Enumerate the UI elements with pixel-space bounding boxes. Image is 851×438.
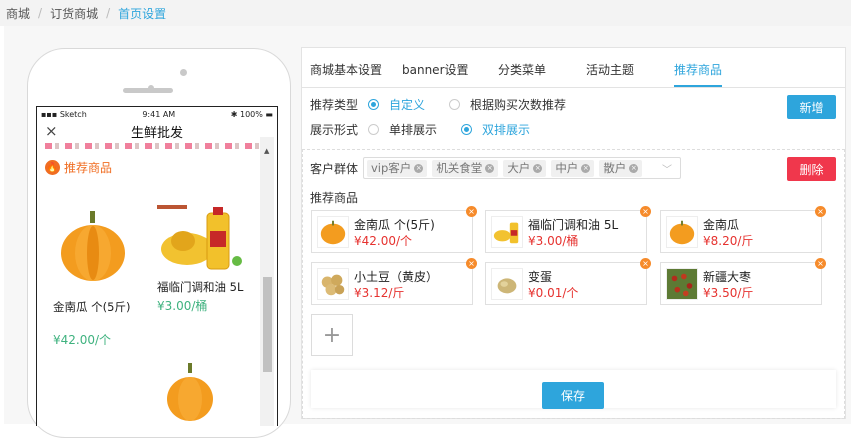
radio-single-row-label[interactable]: 单排展示 — [389, 121, 437, 138]
goods-name: 变蛋 — [528, 270, 553, 284]
goods-price: ¥3.50/斤 — [703, 286, 754, 300]
radio-by-purchase-count-label[interactable]: 根据购买次数推荐 — [470, 96, 566, 113]
tag-remove-icon[interactable]: × — [414, 163, 424, 173]
status-time: 9:41 AM — [142, 109, 176, 119]
breadcrumb-item-mall[interactable]: 商城 — [6, 5, 30, 22]
egg-thumb — [491, 268, 523, 300]
potato-thumb — [317, 268, 349, 300]
oil-thumb — [491, 216, 523, 248]
scroll-up-icon[interactable]: ▲ — [264, 147, 269, 155]
phone-speaker — [123, 88, 173, 93]
camera-dot — [180, 69, 187, 76]
goods-remove-icon[interactable]: × — [640, 258, 651, 269]
breadcrumb-separator: / — [106, 6, 111, 20]
goods-remove-icon[interactable]: × — [815, 258, 826, 269]
phone-product-name: 福临门调和油 5L — [157, 280, 244, 294]
tab-category-menu[interactable]: 分类菜单 — [498, 61, 546, 78]
tag-remove-icon[interactable]: × — [485, 163, 495, 173]
active-tab-indicator — [674, 85, 722, 87]
save-button[interactable]: 保存 — [542, 382, 604, 409]
goods-name: 金南瓜 — [703, 218, 740, 232]
breadcrumb: 商城 / 订货商城 / 首页设置 — [0, 0, 851, 26]
radio-custom[interactable] — [368, 99, 380, 110]
radio-custom-label[interactable]: 自定义 — [389, 96, 425, 113]
goods-name: 新疆大枣 — [703, 270, 752, 284]
goods-remove-icon[interactable]: × — [815, 206, 826, 217]
display-mode-label: 展示形式 — [310, 123, 359, 137]
chevron-down-icon[interactable]: ﹀ — [662, 161, 672, 176]
goods-price: ¥0.01/个 — [528, 286, 579, 300]
phone-screen: ▪▪▪ Sketch 9:41 AM ✱ 100% ▬ × 生鲜批发 🔥 推荐商… — [36, 106, 278, 426]
tab-basic-settings[interactable]: 商城基本设置 — [310, 61, 382, 78]
phone-scrollbar-thumb[interactable] — [263, 277, 272, 372]
phone-product-card[interactable]: 福临门调和油 5L ¥3.00/桶 — [157, 201, 257, 314]
delete-button[interactable]: 删除 — [787, 157, 836, 181]
phone-product-price: ¥3.00/桶 — [157, 299, 208, 313]
status-carrier: ▪▪▪ Sketch — [41, 109, 87, 119]
goods-price: ¥8.20/斤 — [703, 234, 754, 248]
radio-single-row[interactable] — [368, 124, 380, 135]
tag-remove-icon[interactable]: × — [629, 163, 639, 173]
display-mode-row: 展示形式 单排展示 双排展示 — [310, 121, 530, 138]
tag-remove-icon[interactable]: × — [581, 163, 591, 173]
pumpkin-thumb — [666, 216, 698, 248]
banner-strip — [45, 143, 259, 149]
goods-card[interactable]: 金南瓜 个(5斤) ¥42.00/个 × — [311, 206, 477, 253]
add-goods-button[interactable]: + — [311, 314, 353, 356]
goods-card[interactable]: 小土豆（黄皮） ¥3.12/斤 × — [311, 258, 477, 305]
add-button[interactable]: 新增 — [787, 95, 836, 119]
goods-name: 小土豆（黄皮） — [354, 270, 439, 284]
customer-tag: 大户 × — [503, 159, 547, 177]
breadcrumb-item-order-mall[interactable]: 订货商城 — [50, 5, 98, 22]
pumpkin-image — [167, 363, 213, 421]
goods-remove-icon[interactable]: × — [466, 206, 477, 217]
goods-price: ¥3.12/斤 — [354, 286, 405, 300]
radio-double-row-label[interactable]: 双排展示 — [482, 121, 530, 138]
recommend-goods-label: 推荐商品 — [310, 191, 359, 205]
goods-price: ¥3.00/桶 — [528, 234, 579, 248]
recommend-section-label: 推荐商品 — [64, 161, 113, 175]
oil-image — [157, 205, 242, 270]
phone-navbar: × 生鲜批发 — [37, 121, 277, 141]
recommend-type-label: 推荐类型 — [310, 98, 359, 112]
recommend-type-row: 推荐类型 自定义 根据购买次数推荐 — [310, 96, 566, 113]
goods-name: 金南瓜 个(5斤) — [354, 218, 435, 232]
status-battery: ✱ 100% ▬ — [230, 109, 273, 119]
breadcrumb-item-home-settings: 首页设置 — [118, 6, 167, 21]
pumpkin-image — [61, 211, 125, 281]
customer-group-select[interactable]: vip客户 × 机关食堂 × 大户 × 中户 × 散户 × ﹀ — [363, 157, 681, 179]
goods-name: 福临门调和油 5L — [528, 218, 619, 232]
goods-remove-icon[interactable]: × — [640, 206, 651, 217]
phone-status-bar: ▪▪▪ Sketch 9:41 AM ✱ 100% ▬ — [37, 107, 277, 121]
tab-activity-theme[interactable]: 活动主题 — [586, 61, 634, 78]
customer-tag: vip客户 × — [367, 159, 428, 177]
settings-tabs: 商城基本设置 banner设置 分类菜单 活动主题 推荐商品 — [302, 48, 845, 88]
radio-double-row[interactable] — [461, 124, 473, 135]
goods-card[interactable]: 福临门调和油 5L ¥3.00/桶 × — [485, 206, 651, 253]
jujube-thumb — [666, 268, 698, 300]
pumpkin-thumb — [317, 216, 349, 248]
tab-recommended-goods[interactable]: 推荐商品 — [674, 61, 722, 78]
phone-product-price: ¥42.00/个 — [53, 333, 112, 347]
recommend-section-title: 🔥 推荐商品 — [37, 149, 277, 176]
goods-card[interactable]: 新疆大枣 ¥3.50/斤 × — [660, 258, 826, 305]
phone-product-name: 金南瓜 个(5斤) — [53, 300, 131, 314]
phone-title: 生鲜批发 — [130, 125, 183, 141]
customer-tag: 散户 × — [599, 159, 643, 177]
tag-remove-icon[interactable]: × — [533, 163, 543, 173]
fire-icon: 🔥 — [45, 160, 60, 175]
customer-tag: 机关食堂 × — [432, 159, 499, 177]
radio-by-purchase-count[interactable] — [449, 99, 461, 110]
goods-card[interactable]: 变蛋 ¥0.01/个 × — [485, 258, 651, 305]
goods-card[interactable]: 金南瓜 ¥8.20/斤 × — [660, 206, 826, 253]
customer-tag: 中户 × — [551, 159, 595, 177]
goods-price: ¥42.00/个 — [354, 234, 413, 248]
tab-banner-settings[interactable]: banner设置 — [402, 61, 469, 78]
close-icon[interactable]: × — [45, 122, 58, 140]
customer-group-label: 客户群体 — [310, 162, 359, 176]
goods-remove-icon[interactable]: × — [466, 258, 477, 269]
phone-product-card[interactable]: 金南瓜 个(5斤) ¥42.00/个 — [53, 207, 153, 348]
breadcrumb-separator: / — [38, 6, 43, 20]
